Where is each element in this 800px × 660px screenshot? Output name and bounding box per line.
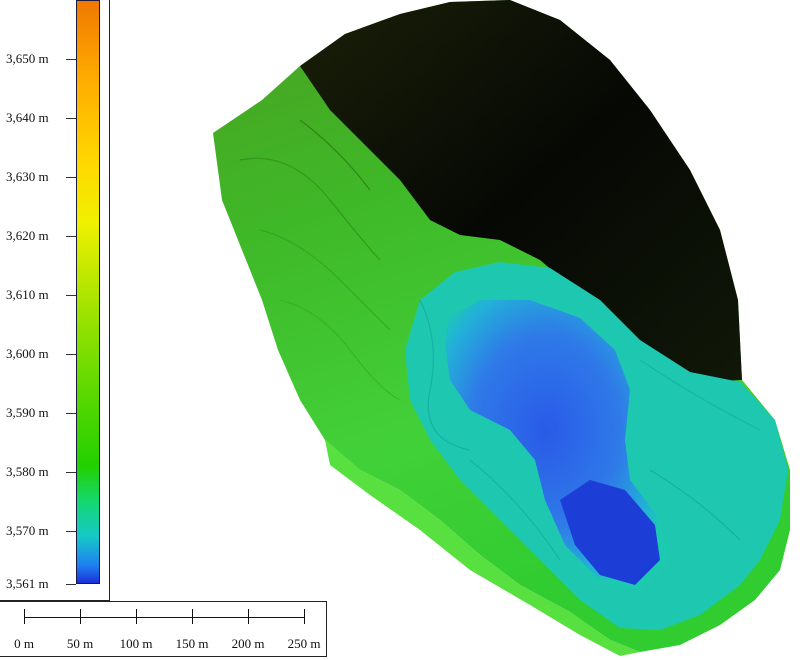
- legend-tick: [66, 530, 76, 532]
- elevation-map: [213, 0, 790, 656]
- scale-line: [24, 617, 304, 618]
- legend-label: 3,650 m: [6, 50, 49, 66]
- scale-label: 150 m: [175, 636, 209, 651]
- scale-label: 50 m: [66, 636, 94, 651]
- scale-label: 100 m: [119, 636, 153, 651]
- scale-tick: [304, 609, 305, 624]
- legend-label: 3,590 m: [6, 404, 49, 420]
- scale-label: 250 m: [287, 636, 321, 651]
- scale-tick: [192, 609, 193, 624]
- legend-tick: [66, 176, 76, 178]
- scale-bar: 0 m 50 m 100 m 150 m 200 m 250 m: [0, 601, 327, 657]
- legend-label: 3,610 m: [6, 286, 49, 302]
- legend-label: 3,570 m: [6, 522, 49, 538]
- legend-tick: [66, 584, 76, 585]
- scale-tick: [136, 609, 137, 624]
- legend-label: 3,630 m: [6, 168, 49, 184]
- legend-tick: [66, 294, 76, 296]
- scale-tick: [80, 609, 81, 624]
- legend-tick: [66, 471, 76, 473]
- legend-tick: [66, 353, 76, 355]
- legend-label: 3,620 m: [6, 227, 49, 243]
- legend-label: 3,600 m: [6, 345, 49, 361]
- legend-label: 3,561 m: [6, 576, 49, 591]
- color-ramp: [76, 0, 100, 584]
- legend-tick: [66, 235, 76, 237]
- elevation-legend: 3,650 m 3,640 m 3,630 m 3,620 m 3,610 m 3,600…: [0, 0, 110, 601]
- scale-label: 0 m: [14, 636, 34, 651]
- legend-label: 3,640 m: [6, 109, 49, 125]
- legend-tick: [66, 58, 76, 60]
- scale-tick: [24, 609, 25, 624]
- legend-tick: [66, 412, 76, 414]
- scale-label: 200 m: [231, 636, 265, 651]
- scale-tick: [248, 609, 249, 624]
- legend-tick: [66, 117, 76, 119]
- legend-label: 3,580 m: [6, 463, 49, 479]
